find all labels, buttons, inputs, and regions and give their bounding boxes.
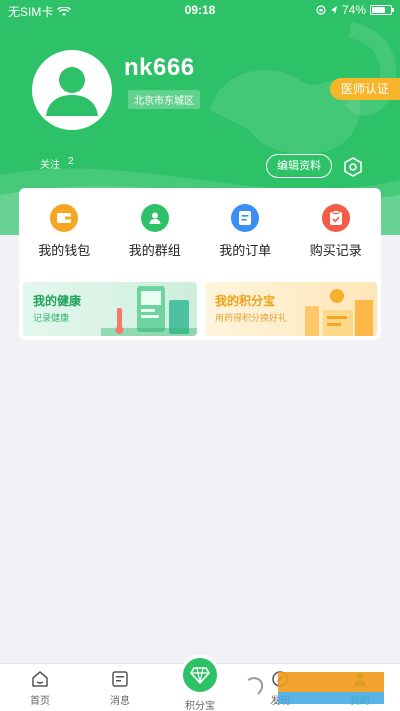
points-subtitle: 用药得积分换好礼 [215, 313, 288, 323]
status-bar: 无SIM卡 09:18 74% [0, 0, 400, 22]
tab-points-button[interactable] [180, 655, 220, 695]
quick-actions: 我的钱包 我的群组 我的订单 购买记录 [19, 204, 381, 259]
user-silhouette-icon [46, 67, 98, 116]
order-label: 我的订单 [219, 243, 272, 258]
group-icon [140, 204, 169, 232]
wallet-button[interactable]: 我的钱包 [19, 204, 110, 259]
tab-home[interactable]: 首页 [10, 670, 70, 707]
group-label: 我的群组 [128, 243, 181, 258]
message-icon [112, 671, 128, 687]
follow-label: 关注 [40, 160, 60, 171]
health-subtitle: 记录健康 [33, 313, 70, 323]
follow-count[interactable]: 关注 2 [40, 156, 74, 171]
home-icon [32, 671, 48, 687]
order-button[interactable]: 我的订单 [200, 204, 291, 259]
orientation-lock-icon [316, 5, 326, 15]
my-points-banner[interactable]: 我的积分宝 用药得积分换好礼 [205, 282, 377, 336]
group-button[interactable]: 我的群组 [110, 204, 201, 259]
tab-points-label: 积分宝 [185, 701, 215, 711]
tab-messages-label: 消息 [110, 696, 130, 707]
settings-icon[interactable] [342, 156, 364, 178]
my-health-banner[interactable]: 我的健康 记录健康 [23, 282, 197, 336]
tab-home-label: 首页 [30, 696, 50, 707]
purchase-record-label: 购买记录 [309, 243, 362, 258]
location-icon [330, 6, 337, 14]
location-tag: 北京市东城区 [128, 90, 200, 109]
follow-number: 2 [68, 156, 74, 167]
diamond-icon [190, 667, 210, 684]
record-icon [321, 204, 350, 232]
username: nk666 [124, 54, 195, 81]
battery-icon [370, 5, 394, 15]
wallet-icon [50, 204, 79, 232]
points-title: 我的积分宝 [215, 294, 276, 308]
avatar[interactable] [32, 50, 112, 130]
tab-messages[interactable]: 消息 [90, 670, 150, 707]
health-title: 我的健康 [33, 294, 82, 308]
edit-profile-button[interactable]: 编辑资料 [266, 154, 332, 178]
wallet-label: 我的钱包 [38, 243, 91, 258]
health-illustration [101, 286, 197, 336]
watermark-logo [238, 670, 384, 704]
doctor-certification-button[interactable]: 医师认证 [330, 78, 400, 100]
battery-percent: 74% [341, 3, 366, 17]
purchase-record-button[interactable]: 购买记录 [291, 204, 382, 259]
menu-card: 我的钱包 我的群组 我的订单 购买记录 我的健康 记录健康 我的积分宝 用药得积… [19, 188, 381, 340]
points-illustration [305, 289, 373, 336]
order-icon [231, 204, 260, 232]
